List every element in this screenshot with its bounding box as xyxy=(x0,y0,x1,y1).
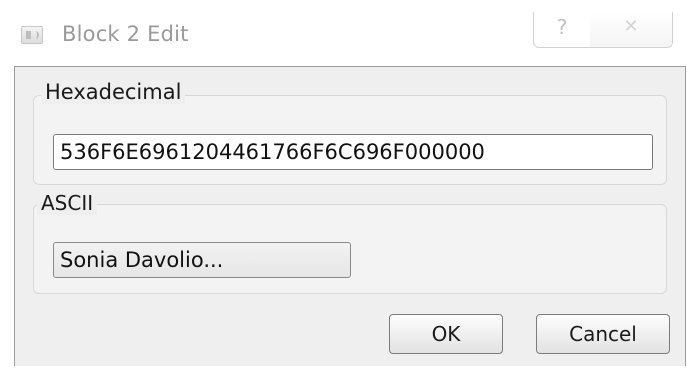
hexadecimal-group: Hexadecimal 536F6E6961204461766F6C696F00… xyxy=(33,80,667,185)
title-bar-buttons: ? ✕ xyxy=(533,12,673,48)
dialog-body: Hexadecimal 536F6E6961204461766F6C696F00… xyxy=(14,66,686,366)
window-title: Block 2 Edit xyxy=(62,22,189,46)
cancel-button[interactable]: Cancel xyxy=(536,314,670,354)
help-icon: ? xyxy=(556,15,568,39)
title-bar[interactable]: Block 2 Edit ? ✕ xyxy=(0,0,687,66)
ascii-label: ASCII xyxy=(37,191,98,215)
ok-button[interactable]: OK xyxy=(389,314,503,354)
dialog-window: Block 2 Edit ? ✕ Hexadecimal 536F6E69612… xyxy=(0,0,687,374)
hexadecimal-label: Hexadecimal xyxy=(41,80,186,104)
ascii-group: ASCII Sonia Davolio... xyxy=(33,191,667,294)
close-button[interactable]: ✕ xyxy=(590,12,672,47)
ascii-field: Sonia Davolio... xyxy=(53,242,351,278)
help-button[interactable]: ? xyxy=(534,12,591,47)
close-icon: ✕ xyxy=(623,16,639,37)
app-icon xyxy=(21,26,43,44)
hexadecimal-input[interactable]: 536F6E6961204461766F6C696F000000 xyxy=(53,134,653,170)
